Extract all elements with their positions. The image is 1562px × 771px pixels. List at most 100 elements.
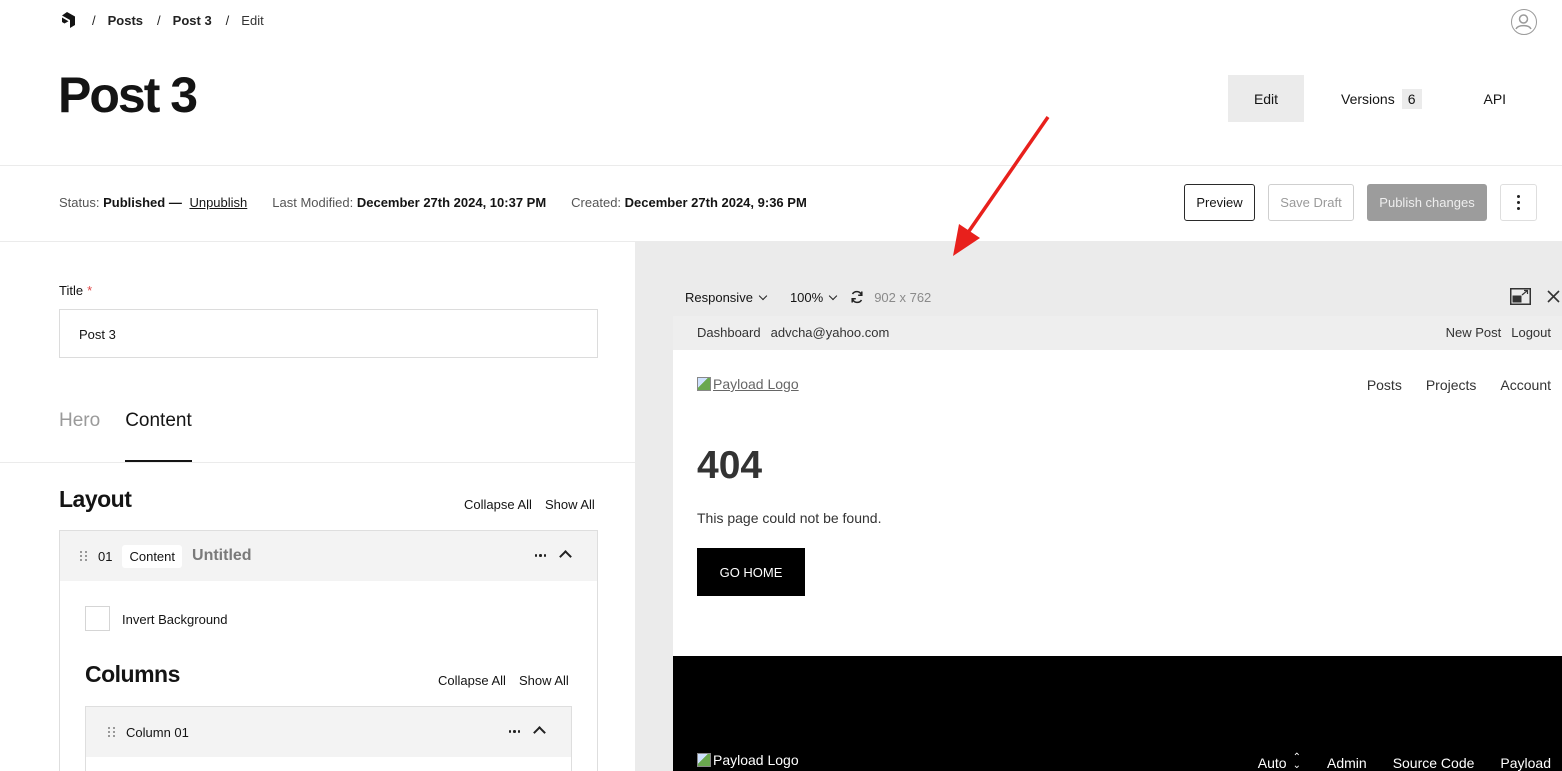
footer-nav: Auto ⌃ ⌄ Admin Source Code Payload (1257, 752, 1551, 771)
site-nav-account[interactable]: Account (1500, 377, 1551, 393)
tab-hero[interactable]: Hero (59, 410, 100, 462)
theme-value: Auto (1257, 755, 1287, 771)
footer-admin-link[interactable]: Admin (1327, 755, 1367, 771)
up-down-chevron-icon: ⌃ ⌄ (1292, 752, 1301, 771)
versions-count-badge: 6 (1401, 88, 1422, 109)
required-mark: * (87, 283, 93, 298)
close-icon[interactable] (1547, 290, 1560, 303)
annotation-arrow (953, 116, 1050, 256)
breadcrumb: / Posts / Post 3 / Edit (88, 13, 264, 28)
user-avatar[interactable] (1511, 9, 1537, 35)
status-info: Status: Published — Unpublish (59, 195, 247, 210)
payload-logo-icon[interactable] (60, 12, 76, 30)
layout-collapse-all[interactable]: Collapse All (464, 497, 532, 512)
columns-show-all[interactable]: Show All (519, 673, 569, 688)
chevron-up-icon[interactable] (533, 726, 546, 739)
more-options-button[interactable] (1500, 184, 1537, 221)
breakpoint-select[interactable]: Responsive (685, 290, 768, 305)
layout-controls: Collapse All Show All (464, 497, 595, 512)
column-block-header[interactable]: Column 01 (86, 707, 571, 757)
publish-changes-button[interactable]: Publish changes (1367, 184, 1487, 221)
tab-versions[interactable]: Versions 6 (1341, 75, 1422, 122)
broken-image-icon (697, 753, 711, 767)
columns-heading: Columns (85, 661, 180, 687)
invert-background-checkbox[interactable] (85, 606, 110, 631)
zoom-value: 100% (789, 289, 824, 305)
columns-collapse-all[interactable]: Collapse All (438, 673, 506, 688)
last-modified-label: Last Modified: (272, 195, 354, 210)
invert-background-label: Invert Background (122, 612, 228, 627)
breadcrumb-separator: / (225, 13, 230, 28)
top-bar: / Posts / Post 3 / Edit (0, 0, 1562, 42)
breadcrumb-post[interactable]: Post 3 (173, 13, 212, 28)
admin-logout-link[interactable]: Logout (1511, 325, 1551, 340)
preview-toolbar: Responsive 100% 902 x 762 (673, 278, 1562, 316)
footer-logo-link[interactable]: Payload Logo (697, 752, 799, 768)
breadcrumb-separator: / (157, 13, 161, 28)
form-tabs: Hero Content (59, 410, 192, 462)
theme-select[interactable]: Auto ⌃ ⌄ (1257, 752, 1301, 771)
preview-dimensions: 902 x 762 (874, 289, 932, 305)
columns-controls: Collapse All Show All (438, 673, 569, 688)
user-icon (1515, 14, 1532, 30)
refresh-icon[interactable] (850, 290, 864, 304)
chevron-down-icon (828, 291, 838, 300)
block-number: 01 (98, 548, 113, 564)
drag-handle-icon[interactable] (108, 727, 116, 737)
broken-image-icon (697, 377, 711, 391)
layout-heading: Layout (59, 486, 132, 512)
site-admin-bar: Dashboard advcha@yahoo.com New Post Logo… (673, 316, 1562, 350)
admin-dashboard-link[interactable]: Dashboard (697, 325, 761, 340)
site-nav: Posts Projects Account (1367, 377, 1551, 393)
preview-button[interactable]: Preview (1184, 184, 1255, 221)
breadcrumb-posts[interactable]: Posts (108, 13, 143, 28)
unpublish-link[interactable]: Unpublish (189, 195, 247, 210)
popout-window-icon[interactable] (1510, 288, 1531, 305)
site-nav-projects[interactable]: Projects (1426, 377, 1477, 393)
column-label: Column 01 (126, 724, 189, 740)
admin-user-email[interactable]: advcha@yahoo.com (771, 325, 890, 340)
chevron-down-icon (758, 291, 768, 300)
footer-payload-link[interactable]: Payload (1500, 755, 1551, 771)
drag-handle-icon[interactable] (80, 551, 88, 561)
page-title: Post 3 (58, 67, 198, 123)
save-draft-button[interactable]: Save Draft (1268, 184, 1354, 221)
more-vertical-icon (1517, 195, 1520, 210)
breadcrumb-current: Edit (241, 13, 264, 28)
block-more-icon[interactable] (534, 554, 546, 557)
site-logo-alt: Payload Logo (713, 376, 799, 392)
document-meta: Status: Published — Unpublish Last Modif… (59, 195, 832, 210)
layout-block: 01 Content Untitled Invert Background Co… (59, 530, 598, 771)
zoom-select[interactable]: 100% (789, 289, 838, 305)
layout-show-all[interactable]: Show All (545, 497, 595, 512)
title-label: Title * (59, 283, 92, 298)
site-logo-link[interactable]: Payload Logo (697, 376, 799, 392)
tabs-divider (0, 462, 635, 463)
column-more-icon[interactable] (508, 730, 520, 733)
go-home-button[interactable]: GO HOME (697, 548, 805, 596)
breadcrumb-separator: / (92, 13, 96, 28)
admin-new-post-link[interactable]: New Post (1446, 325, 1502, 340)
tab-content[interactable]: Content (125, 410, 192, 462)
site-footer: Payload Logo Auto ⌃ ⌄ Admin Source Code Pa… (673, 656, 1562, 771)
footer-source-code-link[interactable]: Source Code (1393, 755, 1475, 771)
preview-site: Dashboard advcha@yahoo.com New Post Logo… (673, 316, 1562, 771)
title-input[interactable]: Post 3 (59, 309, 598, 358)
created: Created: December 27th 2024, 9:36 PM (571, 195, 807, 210)
column-block: Column 01 (85, 706, 572, 771)
error-code: 404 (697, 444, 763, 487)
created-label: Created: (571, 195, 622, 210)
error-message: This page could not be found. (697, 510, 882, 526)
tab-api[interactable]: API (1484, 75, 1507, 122)
status-label: Status: (59, 195, 100, 210)
chevron-up-icon[interactable] (559, 550, 572, 563)
site-nav-posts[interactable]: Posts (1367, 377, 1402, 393)
title-label-text: Title (59, 283, 84, 298)
status-value: Published — (103, 195, 182, 210)
header-divider (0, 165, 1562, 166)
tab-edit[interactable]: Edit (1228, 75, 1304, 122)
block-type-pill: Content (122, 544, 183, 568)
layout-block-header[interactable]: 01 Content Untitled (60, 531, 597, 581)
footer-logo-alt: Payload Logo (713, 752, 799, 768)
last-modified-value: December 27th 2024, 10:37 PM (356, 195, 547, 210)
